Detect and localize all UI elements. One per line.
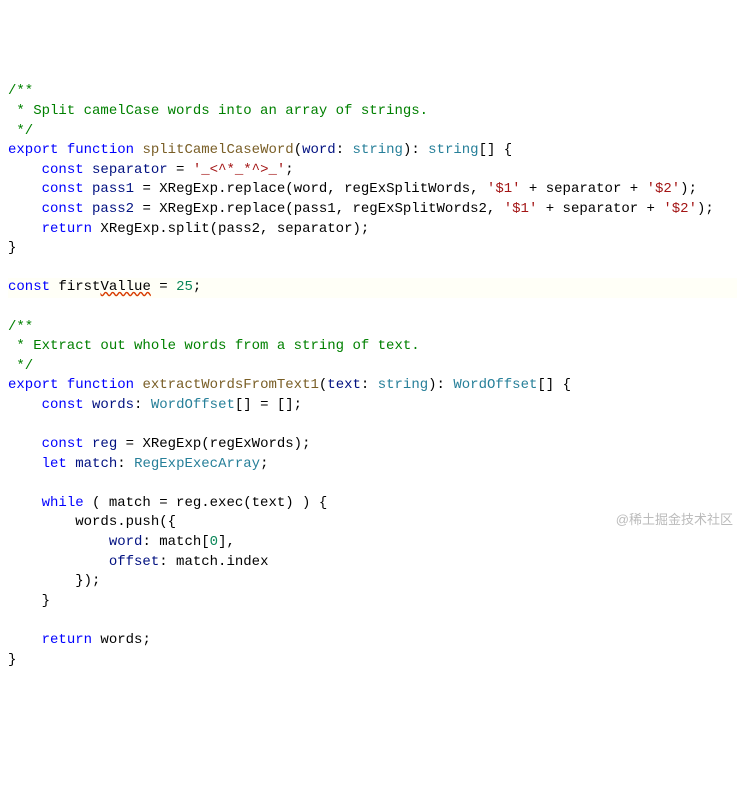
comment-line: */ (8, 358, 33, 374)
code-line: } (8, 593, 50, 609)
var-name: reg (92, 436, 117, 452)
string-literal: '$1' (504, 201, 538, 217)
expression: = XRegExp(regExWords); (117, 436, 310, 452)
string-literal: '$2' (647, 181, 681, 197)
function-name: splitCamelCaseWord (142, 142, 293, 158)
keyword-return: return (42, 221, 92, 237)
keyword-function: function (67, 142, 134, 158)
comment-line: /** (8, 83, 33, 99)
keyword-const: const (42, 436, 84, 452)
number-literal: 25 (176, 279, 193, 295)
type-name: WordOffset (151, 397, 235, 413)
keyword-const: const (42, 181, 84, 197)
expression: words; (92, 632, 151, 648)
comment-line: */ (8, 123, 33, 139)
highlighted-line: const firstVallue = 25; (8, 278, 737, 298)
comment-line: /** (8, 319, 33, 335)
operator: + separator + (521, 181, 647, 197)
string-literal: '$1' (487, 181, 521, 197)
param-name: word (302, 142, 336, 158)
var-name: pass1 (92, 181, 134, 197)
keyword-const: const (8, 279, 50, 295)
expression: : match[ (142, 534, 209, 550)
type-name: WordOffset (453, 377, 537, 393)
type-name: string (428, 142, 478, 158)
expression: ( match = reg.exec(text) ) { (84, 495, 328, 511)
code-editor: /** * Split camelCase words into an arra… (8, 82, 737, 670)
function-name: extractWordsFromText1 (142, 377, 318, 393)
keyword-export: export (8, 377, 58, 393)
keyword-while: while (42, 495, 84, 511)
type-name: string (378, 377, 428, 393)
param-name: text (327, 377, 361, 393)
expression: XRegExp.replace(pass1, regExSplitWords2, (159, 201, 503, 217)
expression: XRegExp.split(pass2, separator); (92, 221, 369, 237)
keyword-const: const (42, 397, 84, 413)
var-name: firstVallue (58, 279, 150, 295)
string-literal: '$2' (663, 201, 697, 217)
watermark: @稀土掘金技术社区 (616, 511, 733, 529)
keyword-const: const (42, 201, 84, 217)
comment-line: * Extract out whole words from a string … (8, 338, 420, 354)
keyword-function: function (67, 377, 134, 393)
prop-name: word (109, 534, 143, 550)
keyword-export: export (8, 142, 58, 158)
keyword-let: let (42, 456, 67, 472)
spell-error: Vallue (100, 279, 150, 295)
comment-line: * Split camelCase words into an array of… (8, 103, 428, 119)
keyword-return: return (42, 632, 92, 648)
type-name: string (353, 142, 403, 158)
expression: XRegExp.replace(word, regExSplitWords, (159, 181, 487, 197)
code-line: }); (8, 573, 100, 589)
prop-name: offset (109, 554, 159, 570)
var-name: pass2 (92, 201, 134, 217)
expression: : match.index (159, 554, 268, 570)
code-line: words.push({ (8, 514, 176, 530)
var-name: words (92, 397, 134, 413)
operator: + separator + (537, 201, 663, 217)
number-literal: 0 (210, 534, 218, 550)
var-name: separator (92, 162, 168, 178)
keyword-const: const (42, 162, 84, 178)
var-name: match (75, 456, 117, 472)
string-literal: '_<^*_*^>_' (193, 162, 285, 178)
type-name: RegExpExecArray (134, 456, 260, 472)
